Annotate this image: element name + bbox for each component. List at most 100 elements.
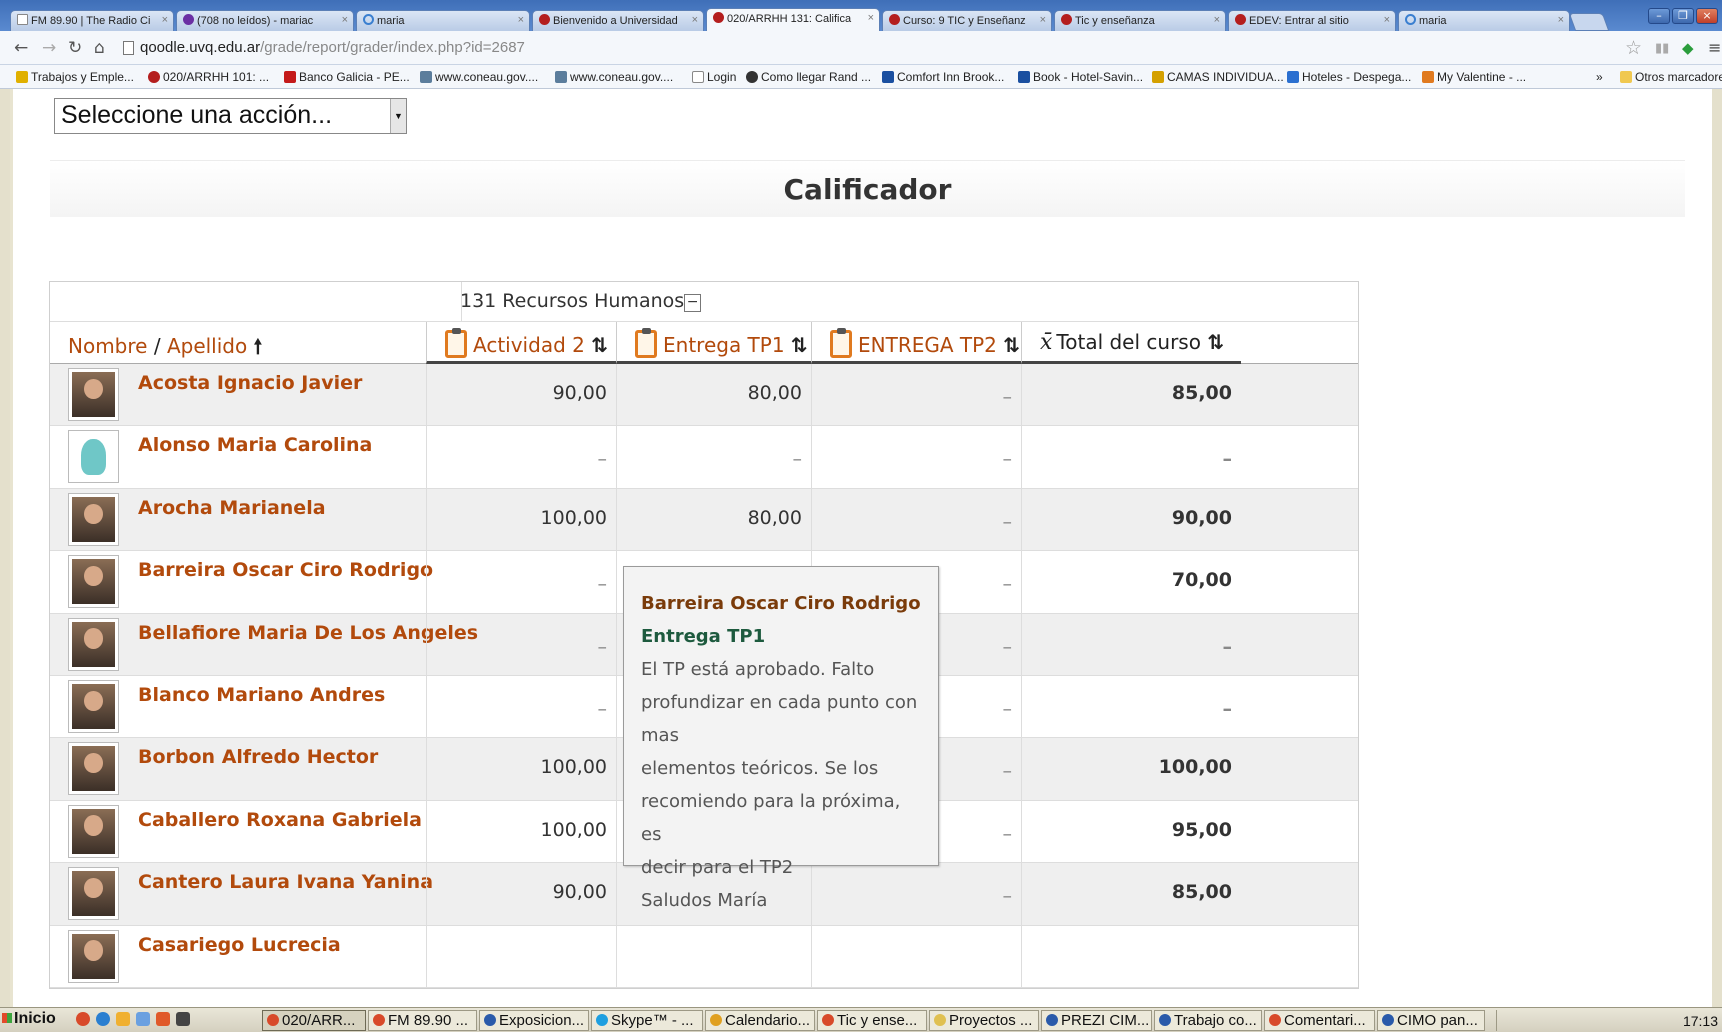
home-icon[interactable]: ⌂ [94, 38, 105, 58]
desktop-icon[interactable] [136, 1012, 150, 1026]
forward-icon[interactable]: → [42, 38, 56, 58]
grade-entrega-tp1[interactable] [616, 925, 811, 988]
tab-bienvenido[interactable]: Bienvenido a Universidad × [532, 10, 704, 31]
avatar[interactable] [68, 679, 119, 733]
avatar[interactable] [68, 929, 119, 983]
grade-entrega-tp2[interactable]: – [811, 488, 1021, 551]
grade-actividad-2[interactable]: – [426, 551, 616, 614]
grade-entrega-tp2[interactable]: – [811, 426, 1021, 489]
page-info-icon[interactable] [123, 41, 134, 55]
tab-tic-ensenanza[interactable]: Tic y enseñanza × [1054, 10, 1226, 31]
column-actividad-2[interactable]: Actividad 2 ⇅ [426, 322, 616, 364]
grade-actividad-2[interactable]: – [426, 613, 616, 676]
avatar[interactable] [68, 867, 119, 921]
avatar[interactable] [68, 368, 119, 421]
ie-icon[interactable] [96, 1012, 110, 1026]
grade-total[interactable]: 95,00 [1021, 800, 1241, 863]
more-bookmarks-icon[interactable]: » [1596, 70, 1603, 84]
avatar[interactable] [68, 742, 119, 796]
taskbar-item[interactable]: Tic y ense... [817, 1010, 927, 1031]
student-name-link[interactable]: Casariego Lucrecia [138, 934, 341, 956]
column-entrega-tp2[interactable]: ENTREGA TP2 ⇅ [811, 322, 1021, 364]
grade-actividad-2[interactable] [426, 925, 616, 988]
bookmark-star-icon[interactable]: ☆ [1625, 37, 1642, 59]
grade-actividad-2[interactable]: – [426, 426, 616, 489]
bookmark-item[interactable]: My Valentine - ... [1422, 70, 1526, 84]
column-entrega-tp1[interactable]: Entrega TP1 ⇅ [616, 322, 811, 364]
grade-total[interactable]: 100,00 [1021, 738, 1241, 801]
grade-entrega-tp1[interactable]: 80,00 [616, 364, 811, 426]
close-tab-icon[interactable]: × [868, 12, 874, 24]
grade-entrega-tp1[interactable]: 80,00 [616, 488, 811, 551]
grade-total[interactable]: 85,00 [1021, 863, 1241, 926]
bookmark-item[interactable]: Banco Galicia - PE... [284, 70, 410, 84]
student-name-link[interactable]: Borbon Alfredo Hector [138, 746, 378, 768]
bookmark-item[interactable]: 020/ARRHH 101: ... [148, 70, 269, 84]
taskbar-item[interactable]: Exposicion... [479, 1010, 589, 1031]
tab-calificador[interactable]: 020/ARRHH 131: Califica × [706, 8, 880, 31]
back-icon[interactable]: ← [14, 38, 28, 58]
sort-icon[interactable]: ⇅ [1207, 330, 1224, 354]
grade-actividad-2[interactable]: 90,00 [426, 863, 616, 926]
grade-total[interactable] [1021, 925, 1241, 988]
student-name-link[interactable]: Arocha Marianela [138, 497, 326, 519]
student-name-link[interactable]: Acosta Ignacio Javier [138, 372, 362, 394]
grade-actividad-2[interactable]: 100,00 [426, 488, 616, 551]
tab-curso-tic[interactable]: Curso: 9 TIC y Enseñanz × [882, 10, 1052, 31]
student-name-link[interactable]: Blanco Mariano Andres [138, 684, 385, 706]
close-tab-icon[interactable]: × [1558, 14, 1564, 26]
avatar[interactable] [68, 617, 119, 671]
grade-entrega-tp2[interactable]: – [811, 364, 1021, 426]
taskbar-item[interactable]: FM 89.90 ... [368, 1010, 477, 1031]
grade-total[interactable]: 85,00 [1021, 364, 1241, 426]
sort-last-name-link[interactable]: Apellido [167, 334, 247, 358]
close-window-icon[interactable]: × [1696, 8, 1718, 24]
grade-actividad-2[interactable]: – [426, 675, 616, 738]
grade-total[interactable]: – [1021, 675, 1241, 738]
avatar[interactable] [68, 492, 119, 546]
start-button[interactable]: Inicio [2, 1010, 56, 1028]
tab-maria-2[interactable]: maria × [1398, 10, 1570, 31]
student-name-link[interactable]: Caballero Roxana Gabriela [138, 809, 422, 831]
taskbar-item[interactable]: CIMO pan... [1377, 1010, 1485, 1031]
grade-entrega-tp1[interactable]: – [616, 426, 811, 489]
media-icon[interactable] [176, 1012, 190, 1026]
taskbar-item[interactable]: Skype™ - ... [591, 1010, 703, 1031]
bookmark-item[interactable]: Como llegar Rand ... [746, 70, 871, 84]
avatar[interactable] [68, 555, 119, 609]
grade-total[interactable]: – [1021, 426, 1241, 489]
firefox-icon[interactable] [156, 1012, 170, 1026]
grade-total[interactable]: 90,00 [1021, 488, 1241, 551]
taskbar-item[interactable]: Proyectos ... [929, 1010, 1039, 1031]
taskbar-item[interactable]: 020/ARR... [262, 1010, 366, 1031]
sort-icon[interactable]: ⇅ [591, 333, 608, 357]
avatar[interactable] [68, 430, 119, 484]
grade-actividad-2[interactable]: 100,00 [426, 738, 616, 801]
taskbar-item[interactable]: Trabajo co... [1154, 1010, 1262, 1031]
bookmark-item[interactable]: www.coneau.gov.... [555, 70, 673, 84]
other-bookmarks[interactable]: Otros marcadores [1620, 70, 1722, 84]
taskbar-item[interactable]: Comentari... [1264, 1010, 1375, 1031]
dropdown-arrow-icon[interactable]: ▼ [390, 99, 406, 133]
close-tab-icon[interactable]: × [1040, 14, 1046, 26]
bookmark-item[interactable]: Trabajos y Emple... [16, 70, 134, 84]
grade-total[interactable]: – [1021, 613, 1241, 676]
close-tab-icon[interactable]: × [1384, 14, 1390, 26]
avatar[interactable] [68, 804, 119, 858]
url-field[interactable]: qoodle.uvq.edu.ar/grade/report/grader/in… [120, 37, 1620, 59]
grade-actividad-2[interactable]: 90,00 [426, 364, 616, 426]
tab-fm-radio[interactable]: FM 89.90 | The Radio Ci × [10, 10, 174, 31]
bookmark-item[interactable]: Hoteles - Despega... [1287, 70, 1411, 84]
reload-icon[interactable]: ↻ [68, 38, 82, 58]
bookmark-item[interactable]: www.coneau.gov.... [420, 70, 538, 84]
grade-total[interactable]: 70,00 [1021, 551, 1241, 614]
taskbar-item[interactable]: Calendario... [705, 1010, 815, 1031]
sort-icon[interactable]: ⇅ [1003, 333, 1020, 357]
minimize-icon[interactable]: – [1648, 8, 1670, 24]
close-tab-icon[interactable]: × [1214, 14, 1220, 26]
grade-actividad-2[interactable]: 100,00 [426, 800, 616, 863]
sort-ascending-icon[interactable]: 🠕 [254, 334, 263, 358]
student-name-link[interactable]: Alonso Maria Carolina [138, 434, 372, 456]
close-tab-icon[interactable]: × [342, 14, 348, 26]
tab-yahoo-mail[interactable]: (708 no leídos) - mariac × [176, 10, 354, 31]
